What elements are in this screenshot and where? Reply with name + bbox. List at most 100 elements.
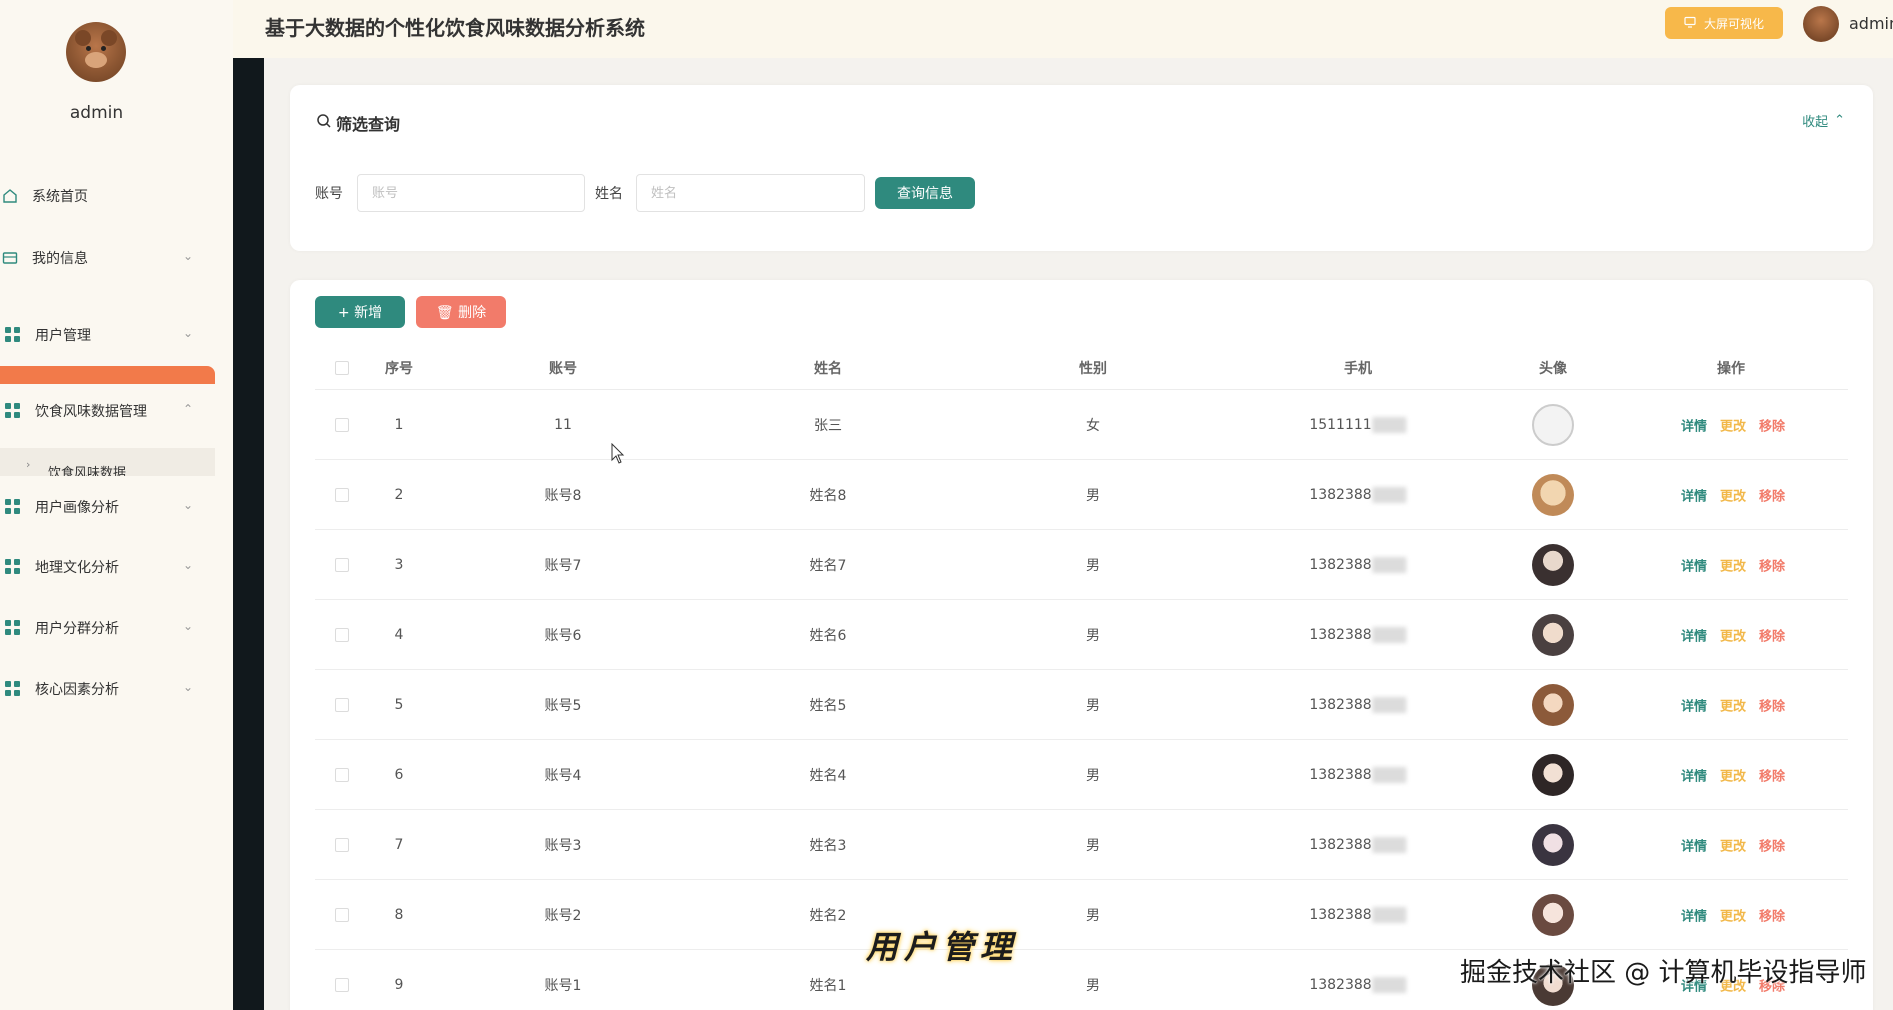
sidebar-item-label: 用户分群分析 [35, 621, 119, 637]
name-input[interactable] [636, 174, 865, 212]
edit-link[interactable]: 更改 [1720, 625, 1746, 644]
detail-link[interactable]: 详情 [1681, 415, 1707, 434]
remove-link[interactable]: 移除 [1759, 625, 1785, 644]
sidebar-item-home[interactable]: 系统首页 [0, 174, 215, 218]
table-row[interactable]: 2 账号8 姓名8 男 1382388 详情 更改 移除 [315, 460, 1848, 530]
cell-name: 姓名4 [809, 767, 847, 784]
table-row[interactable]: 8 账号2 姓名2 男 1382388 详情 更改 移除 [315, 880, 1848, 950]
viz-button-label: 大屏可视化 [1703, 16, 1764, 31]
detail-link[interactable]: 详情 [1681, 555, 1707, 574]
dark-strip [233, 58, 264, 1010]
account-input[interactable] [357, 174, 585, 212]
query-button[interactable]: 查询信息 [875, 177, 975, 209]
row-avatar [1532, 543, 1574, 586]
cell-phone-value: 1382388 [1309, 626, 1372, 643]
sidebar-item-flavor-data-management[interactable]: 饮食风味数据管理 ⌃ [0, 389, 215, 433]
cell-account: 账号4 [544, 767, 582, 784]
edit-link[interactable]: 更改 [1720, 905, 1746, 924]
cell-index: 1 [394, 416, 404, 433]
row-avatar [1532, 893, 1574, 936]
sidebar-item-my-info[interactable]: 我的信息 ⌄ [0, 236, 215, 280]
detail-link[interactable]: 详情 [1681, 695, 1707, 714]
cell-phone-value: 1382388 [1309, 556, 1372, 573]
cell-gender: 男 [1086, 487, 1100, 504]
chevron-down-icon: ⌄ [183, 498, 194, 512]
sidebar-item-user-management[interactable]: 用户管理 ⌄ [0, 313, 215, 357]
detail-link[interactable]: 详情 [1681, 625, 1707, 644]
remove-link[interactable]: 移除 [1759, 485, 1785, 504]
home-icon [2, 188, 18, 204]
remove-link[interactable]: 移除 [1759, 835, 1785, 854]
detail-link[interactable]: 详情 [1681, 905, 1707, 924]
column-header-gender: 性别 [1079, 360, 1107, 377]
delete-button-label: 删除 [458, 305, 487, 321]
grid-icon [5, 559, 21, 575]
table-row[interactable]: 6 账号4 姓名4 男 1382388 详情 更改 移除 [315, 740, 1848, 810]
cell-name: 姓名5 [809, 697, 847, 714]
table-row[interactable]: 3 账号7 姓名7 男 1382388 详情 更改 移除 [315, 530, 1848, 600]
edit-link[interactable]: 更改 [1720, 555, 1746, 574]
row-checkbox[interactable] [335, 627, 349, 642]
header-username[interactable]: admin [1849, 14, 1893, 33]
mouse-cursor-icon [611, 443, 625, 464]
row-checkbox[interactable] [335, 697, 349, 712]
phone-redaction [1372, 836, 1407, 853]
row-checkbox[interactable] [335, 487, 349, 502]
edit-link[interactable]: 更改 [1720, 695, 1746, 714]
row-avatar [1532, 753, 1574, 796]
remove-link[interactable]: 移除 [1759, 555, 1785, 574]
add-button[interactable]: + 新增 [315, 296, 405, 328]
row-checkbox[interactable] [335, 907, 349, 922]
remove-link[interactable]: 移除 [1759, 905, 1785, 924]
cell-index: 3 [394, 556, 404, 573]
collapse-toggle[interactable]: 收起 ⌃ [1802, 111, 1845, 130]
cell-phone: 1382388 [1309, 626, 1407, 643]
select-all-checkbox[interactable] [335, 360, 349, 375]
cell-phone-value: 1382388 [1309, 486, 1372, 503]
remove-link[interactable]: 移除 [1759, 695, 1785, 714]
cell-gender: 男 [1086, 767, 1100, 784]
row-checkbox[interactable] [335, 837, 349, 852]
cell-gender: 男 [1086, 837, 1100, 854]
cell-gender: 男 [1086, 977, 1100, 994]
table-row[interactable]: 5 账号5 姓名5 男 1382388 详情 更改 移除 [315, 670, 1848, 740]
row-checkbox[interactable] [335, 977, 349, 992]
edit-link[interactable]: 更改 [1720, 485, 1746, 504]
grid-icon [5, 327, 21, 343]
phone-redaction [1372, 416, 1407, 433]
cell-account: 11 [554, 416, 572, 433]
detail-link[interactable]: 详情 [1681, 485, 1707, 504]
remove-link[interactable]: 移除 [1759, 415, 1785, 434]
page-title: 基于大数据的个性化饮食风味数据分析系统 [265, 16, 645, 40]
sidebar-item-user-portrait[interactable]: 用户画像分析 ⌄ [0, 485, 215, 529]
edit-link[interactable]: 更改 [1720, 415, 1746, 434]
edit-link[interactable]: 更改 [1720, 835, 1746, 854]
row-avatar [1532, 683, 1574, 726]
sidebar-item-user-clustering[interactable]: 用户分群分析 ⌄ [0, 606, 215, 650]
delete-button[interactable]: 🗑 删除 [416, 296, 506, 328]
row-checkbox[interactable] [335, 767, 349, 782]
column-header-name: 姓名 [814, 360, 842, 377]
user-avatar[interactable] [1803, 6, 1839, 42]
row-checkbox[interactable] [335, 417, 349, 432]
row-checkbox[interactable] [335, 557, 349, 572]
edit-link[interactable]: 更改 [1720, 765, 1746, 784]
cell-phone: 1382388 [1309, 836, 1407, 853]
detail-link[interactable]: 详情 [1681, 835, 1707, 854]
cell-phone-value: 1511111 [1309, 416, 1372, 433]
sidebar-subitem-flavor-data[interactable]: › 饮食风味数据 [0, 448, 215, 476]
sidebar-item-geo-culture[interactable]: 地理文化分析 ⌄ [0, 545, 215, 589]
detail-link[interactable]: 详情 [1681, 765, 1707, 784]
table-row[interactable]: 4 账号6 姓名6 男 1382388 详情 更改 移除 [315, 600, 1848, 670]
filter-card: 筛选查询 收起 ⌃ 账号 姓名 查询信息 [290, 85, 1873, 251]
phone-redaction [1372, 486, 1407, 503]
cell-gender: 男 [1086, 627, 1100, 644]
sidebar-item-core-factors[interactable]: 核心因素分析 ⌄ [0, 667, 215, 711]
filter-title-label: 筛选查询 [336, 115, 401, 134]
cell-account: 账号2 [544, 907, 582, 924]
phone-redaction [1372, 976, 1407, 993]
big-screen-visualization-button[interactable]: 大屏可视化 [1665, 7, 1783, 39]
table-row[interactable]: 7 账号3 姓名3 男 1382388 详情 更改 移除 [315, 810, 1848, 880]
remove-link[interactable]: 移除 [1759, 765, 1785, 784]
table-row[interactable]: 1 11 张三 女 1511111 详情 更改 移除 [315, 390, 1848, 460]
